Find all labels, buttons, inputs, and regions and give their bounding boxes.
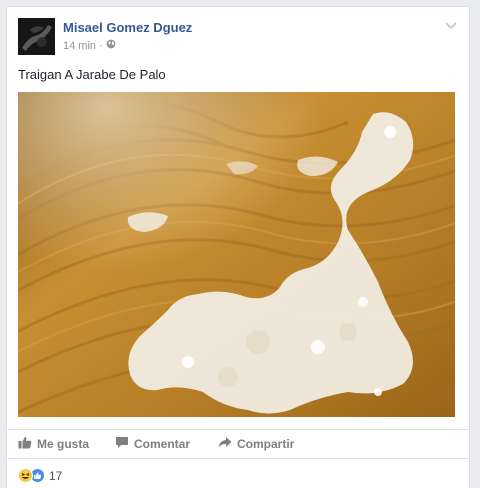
post-message: Traigan A Jarabe De Palo xyxy=(18,67,166,82)
reaction-count: 17 xyxy=(49,468,63,483)
post-photo[interactable] xyxy=(18,92,455,417)
post-meta: 14 min · xyxy=(63,39,116,52)
globe-icon[interactable] xyxy=(106,39,116,52)
avatar[interactable] xyxy=(18,18,55,55)
like-button[interactable]: Me gusta xyxy=(18,430,89,458)
chevron-down-icon[interactable] xyxy=(443,19,459,33)
photo-spilled-liquid xyxy=(18,92,455,417)
author-name[interactable]: Misael Gomez Dguez xyxy=(63,20,192,35)
haha-reaction-icon xyxy=(18,468,33,483)
avatar-image xyxy=(18,18,55,55)
comment-label: Comentar xyxy=(134,437,191,451)
post-actions-bar: Me gusta Comentar Compartir xyxy=(7,429,469,459)
thumbs-up-icon xyxy=(18,436,32,452)
share-button[interactable]: Compartir xyxy=(218,430,294,458)
post-time[interactable]: 14 min xyxy=(63,40,96,52)
comment-icon xyxy=(115,436,129,452)
post-card: Misael Gomez Dguez 14 min · Traigan A Ja… xyxy=(6,6,470,488)
share-label: Compartir xyxy=(237,437,295,451)
like-label: Me gusta xyxy=(37,437,90,451)
separator-dot: · xyxy=(99,39,103,52)
comment-button[interactable]: Comentar xyxy=(115,430,190,458)
share-icon xyxy=(218,436,232,452)
reactions-summary[interactable]: 17 xyxy=(18,468,62,483)
